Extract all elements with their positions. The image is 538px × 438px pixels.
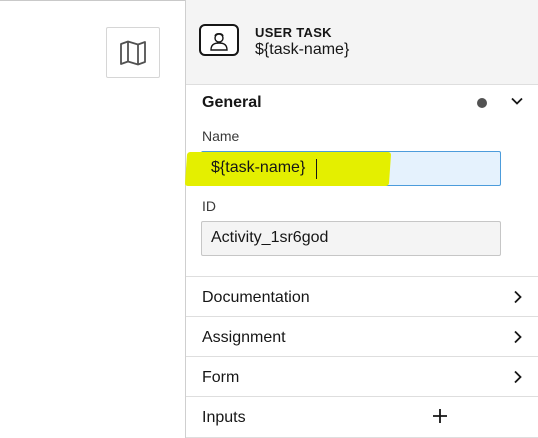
map-toggle-button[interactable] — [106, 27, 160, 78]
group-form-label: Form — [202, 369, 240, 386]
group-inputs[interactable]: Inputs — [186, 396, 538, 438]
group-general-title[interactable]: General — [202, 94, 262, 112]
user-task-icon — [199, 24, 239, 56]
element-name-label: ${task-name} — [255, 41, 350, 58]
chevron-right-icon — [514, 290, 522, 304]
group-assignment[interactable]: Assignment — [186, 316, 538, 356]
group-inputs-label: Inputs — [202, 409, 246, 426]
chevron-right-icon — [514, 330, 522, 344]
plus-icon[interactable] — [432, 408, 448, 424]
group-documentation[interactable]: Documentation — [186, 276, 538, 316]
text-caret — [316, 159, 317, 179]
properties-panel: USER TASK ${task-name} General Name ID D… — [185, 0, 538, 438]
name-input-value[interactable]: ${task-name} — [201, 151, 501, 186]
group-documentation-label: Documentation — [202, 289, 310, 306]
map-icon — [120, 40, 146, 65]
panel-header: USER TASK ${task-name} — [186, 0, 538, 85]
id-input[interactable]: Activity_1sr6god — [201, 221, 501, 256]
group-form[interactable]: Form — [186, 356, 538, 396]
name-field-label: Name — [202, 128, 240, 144]
chevron-down-icon[interactable] — [510, 94, 524, 108]
group-assignment-label: Assignment — [202, 329, 286, 346]
chevron-right-icon — [514, 370, 522, 384]
element-type-label: USER TASK — [255, 25, 332, 40]
id-field-label: ID — [202, 198, 216, 214]
changed-indicator-dot — [477, 98, 487, 108]
